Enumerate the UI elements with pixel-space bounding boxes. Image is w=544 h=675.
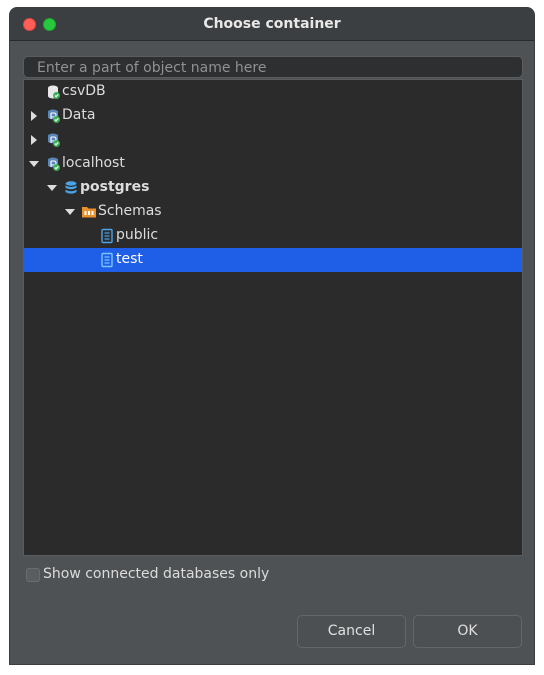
database-icon: [65, 181, 77, 194]
collapse-arrow-icon[interactable]: [29, 161, 39, 167]
object-name-search-input[interactable]: [23, 56, 523, 78]
tree-item-data[interactable]: Data: [24, 104, 522, 128]
tree-item-label: Schemas: [98, 203, 162, 219]
folder-icon: [82, 207, 96, 218]
tree-item-label: postgres: [80, 179, 150, 195]
expand-arrow-icon[interactable]: [31, 111, 37, 121]
container-tree[interactable]: csvDB Data localhost postgres Schemas pu…: [23, 79, 523, 556]
tree-item-label: csvDB: [62, 83, 106, 99]
tree-item-label: public: [116, 227, 159, 243]
postgres-connection-icon: [48, 133, 60, 147]
postgres-connection-icon: [48, 109, 60, 123]
database-connection-icon: [48, 85, 60, 99]
tree-item-csvdb[interactable]: csvDB: [24, 80, 522, 104]
tree-item-postgres[interactable]: postgres: [24, 176, 522, 200]
ok-button[interactable]: OK: [413, 615, 522, 648]
tree-item-public[interactable]: public: [24, 224, 522, 248]
tree-item-label: Data: [62, 107, 96, 123]
postgres-connection-icon: [48, 157, 60, 171]
choose-container-dialog: Choose container csvDB Data: [9, 7, 535, 665]
tree-item-label: test: [116, 251, 143, 267]
collapse-arrow-icon[interactable]: [65, 209, 75, 215]
tree-item-unnamed-connection[interactable]: [24, 128, 522, 152]
expand-arrow-icon[interactable]: [31, 135, 37, 145]
cancel-button[interactable]: Cancel: [297, 615, 406, 648]
connected-only-checkbox[interactable]: [26, 568, 40, 582]
dialog-title: Choose container: [203, 16, 341, 32]
schema-icon: [101, 228, 113, 244]
tree-item-schemas[interactable]: Schemas: [24, 200, 522, 224]
title-bar: Choose container: [10, 8, 534, 41]
tree-item-label: localhost: [62, 155, 125, 171]
tree-item-test[interactable]: test: [24, 248, 522, 272]
tree-item-localhost[interactable]: localhost: [24, 152, 522, 176]
collapse-arrow-icon[interactable]: [47, 185, 57, 191]
connected-only-label: Show connected databases only: [43, 566, 270, 582]
schema-icon: [101, 252, 113, 268]
